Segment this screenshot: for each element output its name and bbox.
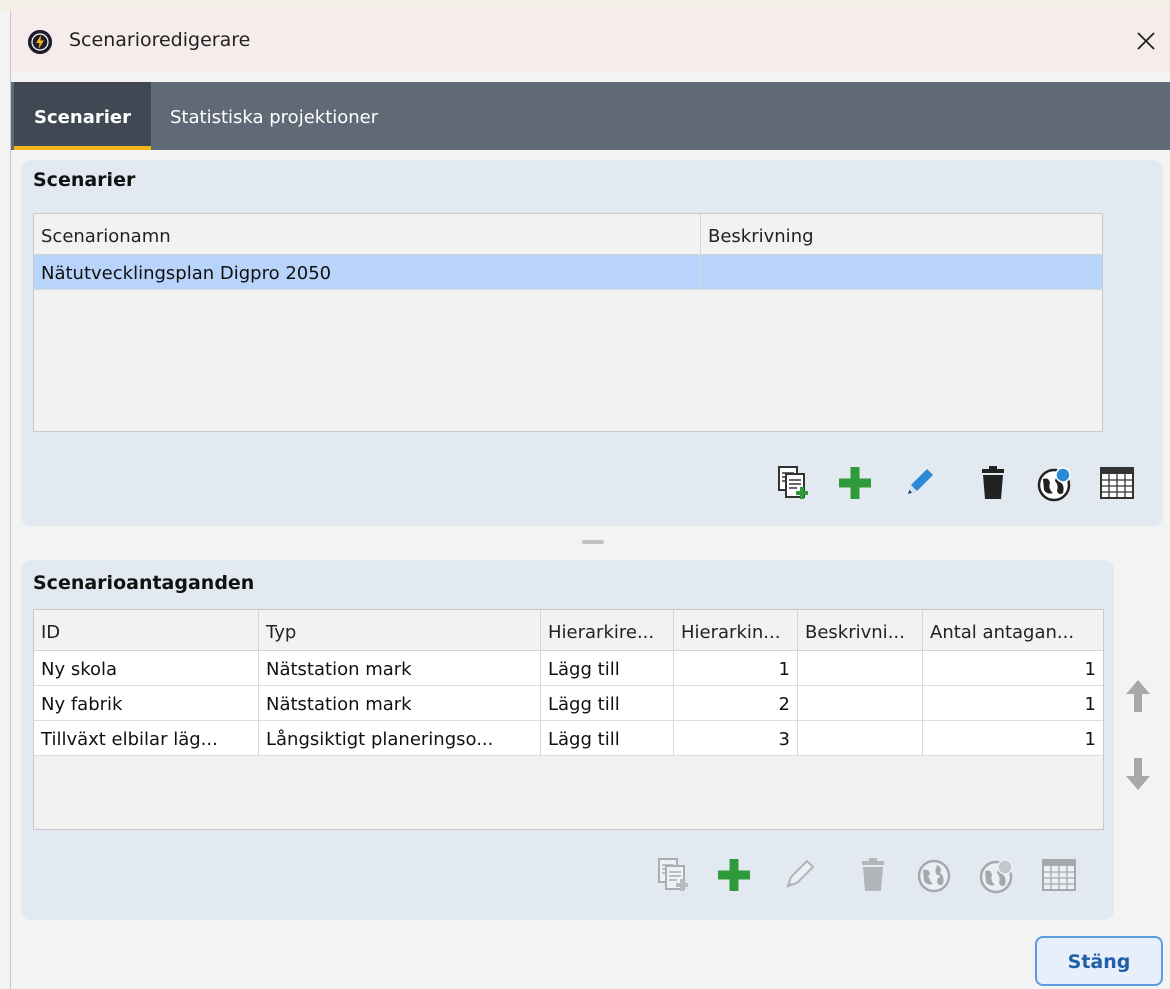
copy-icon[interactable] [773,463,813,503]
assumptions-panel-title: Scenarioantaganden [33,572,255,594]
column-header-beskrivning[interactable]: Beskrivni... [798,610,923,650]
globe-icon[interactable] [1035,463,1075,503]
tab-bar: Scenarier Statistiska projektioner [11,82,1170,150]
assumption-count-cell: 1 [1084,694,1096,715]
assumption-description-cell [798,686,923,720]
table-icon[interactable] [1039,855,1079,895]
tab-statistiska-label: Statistiska projektioner [170,107,379,128]
background-strip [0,0,1170,10]
delete-icon[interactable] [853,855,893,895]
column-header-hierarkiniva[interactable]: Hierarkin... [674,610,798,650]
edit-icon[interactable] [779,855,819,895]
add-icon[interactable] [714,855,754,895]
column-header-scenarionamn[interactable]: Scenarionamn [34,214,701,254]
assumption-type-cell: Nätstation mark [259,651,541,685]
table-row[interactable]: Ny fabrik Nätstation mark Lägg till 2 1 [34,686,1103,721]
assumptions-table-header: ID Typ Hierarkire... Hierarkin... Beskri… [34,610,1103,651]
assumption-type-cell: Nätstation mark [259,686,541,720]
column-header-beskrivning[interactable]: Beskrivning [701,214,1102,254]
assumption-level-cell: 1 [674,651,798,685]
assumption-id-cell: Ny skola [34,651,259,685]
column-header-typ[interactable]: Typ [259,610,541,650]
assumption-id-cell: Tillväxt elbilar läg... [34,721,259,755]
globe-add-icon[interactable] [915,855,955,895]
assumption-description-cell [798,721,923,755]
assumptions-table: ID Typ Hierarkire... Hierarkin... Beskri… [33,609,1104,830]
assumption-action-cell: Lägg till [541,651,674,685]
scenario-editor-dialog: Scenarioredigerare Scenarier Statistiska… [10,10,1170,989]
scenarios-table: Scenarionamn Beskrivning Nätutvecklingsp… [33,213,1103,432]
column-header-id[interactable]: ID [34,610,259,650]
tab-scenarier-label: Scenarier [34,107,131,128]
arrow-up-icon[interactable] [1121,676,1155,716]
add-icon[interactable] [835,463,875,503]
panel-splitter[interactable] [11,536,1170,546]
assumption-action-cell: Lägg till [541,721,674,755]
scenarios-panel-title: Scenarier [33,169,136,191]
window-title: Scenarioredigerare [69,29,251,51]
assumption-id-cell: Ny fabrik [34,686,259,720]
globe-icon[interactable] [977,855,1017,895]
scenario-description-cell [701,255,1102,289]
assumption-level-cell: 3 [674,721,798,755]
scenarios-panel: Scenarier Scenarionamn Beskrivning Nätut… [21,160,1163,526]
delete-icon[interactable] [973,463,1013,503]
table-row[interactable]: Ny skola Nätstation mark Lägg till 1 1 [34,651,1103,686]
assumption-description-cell [798,651,923,685]
assumption-type-cell: Långsiktigt planeringso... [259,721,541,755]
column-header-hierarkiregel[interactable]: Hierarkire... [541,610,674,650]
copy-icon[interactable] [653,855,693,895]
tab-scenarier[interactable]: Scenarier [14,82,151,150]
title-bar: Scenarioredigerare [11,10,1170,72]
tab-statistiska-projektioner[interactable]: Statistiska projektioner [170,82,378,150]
table-row[interactable]: Tillväxt elbilar läg... Långsiktigt plan… [34,721,1103,756]
scenario-name-cell: Nätutvecklingsplan Digpro 2050 [34,255,701,289]
assumptions-panel: Scenarioantaganden ID Typ Hierarkire... … [21,560,1114,920]
splitter-grip[interactable] [582,540,604,544]
scenarios-table-header: Scenarionamn Beskrivning [34,214,1102,255]
edit-icon[interactable] [899,463,939,503]
close-button[interactable]: Stäng [1035,936,1163,986]
active-tab-indicator [14,146,151,150]
assumption-action-cell: Lägg till [541,686,674,720]
assumption-count-cell: 1 [1084,659,1096,680]
close-window-icon[interactable] [1129,24,1163,58]
column-header-antal-antaganden[interactable]: Antal antagan... [923,610,1103,650]
assumption-level-cell: 2 [674,686,798,720]
assumption-count-cell: 1 [1084,729,1096,750]
table-row[interactable]: Nätutvecklingsplan Digpro 2050 [34,255,1102,290]
table-icon[interactable] [1097,463,1137,503]
app-logo-icon [28,30,52,54]
arrow-down-icon[interactable] [1121,754,1155,794]
